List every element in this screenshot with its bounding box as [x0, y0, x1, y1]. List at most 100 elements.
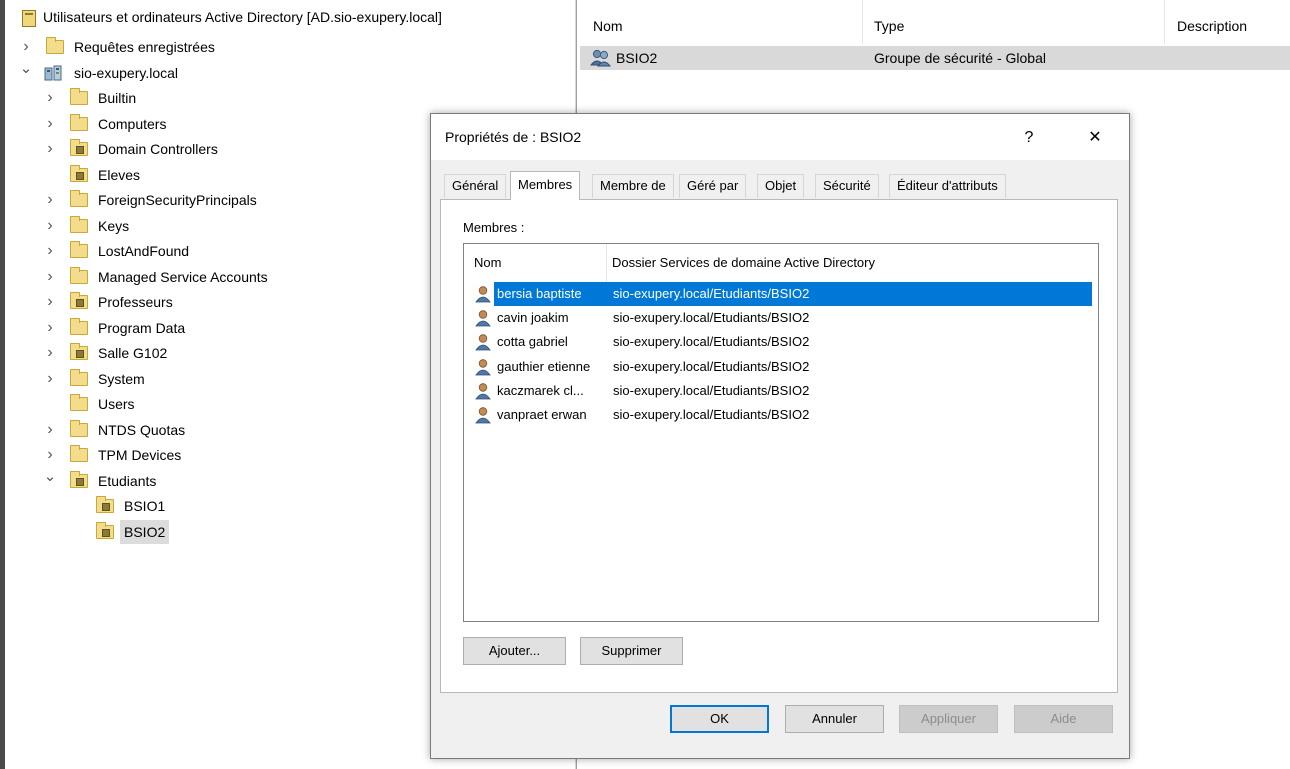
- column-separator[interactable]: [1164, 0, 1165, 44]
- ok-button[interactable]: OK: [670, 705, 769, 733]
- chevron-down-icon[interactable]: ⌄: [43, 465, 57, 489]
- folder-icon: [70, 394, 88, 411]
- close-button[interactable]: ✕: [1079, 123, 1111, 153]
- organizational-unit-icon: [96, 522, 114, 539]
- apply-button[interactable]: Appliquer: [899, 705, 998, 733]
- chevron-right-icon[interactable]: ›: [43, 86, 57, 110]
- members-label: Membres :: [463, 220, 525, 235]
- user-icon: [475, 310, 491, 327]
- tree-item-label: Computers: [98, 116, 167, 132]
- chevron-right-icon[interactable]: ›: [43, 316, 57, 340]
- folder-icon: [70, 216, 88, 233]
- list-row-bsio2[interactable]: BSIO2 Groupe de sécurité - Global: [580, 46, 1290, 70]
- tab-objet[interactable]: Objet: [757, 174, 805, 198]
- tab-editeur-attributs[interactable]: Éditeur d'attributs: [889, 174, 1006, 198]
- tree-root-label: Utilisateurs et ordinateurs Active Direc…: [43, 9, 442, 25]
- chevron-right-icon[interactable]: ›: [43, 418, 57, 442]
- member-folder: sio-exupery.local/Etudiants/BSIO2: [613, 334, 810, 349]
- membres-tab-panel: Membres : Nom Dossier Services de domain…: [440, 199, 1118, 693]
- member-folder: sio-exupery.local/Etudiants/BSIO2: [613, 286, 810, 301]
- column-header-nom[interactable]: Nom: [593, 14, 623, 38]
- chevron-right-icon[interactable]: ›: [43, 265, 57, 289]
- user-icon: [475, 286, 491, 303]
- member-folder: sio-exupery.local/Etudiants/BSIO2: [613, 383, 810, 398]
- group-icon: [590, 49, 612, 67]
- tree-item-label: Eleves: [98, 167, 141, 183]
- tree-item-label: System: [98, 371, 145, 387]
- folder-icon: [46, 37, 64, 54]
- tree-item-label: Builtin: [98, 90, 137, 106]
- tab-membre-de[interactable]: Membre de: [592, 174, 674, 198]
- user-icon: [475, 334, 491, 351]
- list-row-type: Groupe de sécurité - Global: [874, 50, 1046, 66]
- list-row-name: BSIO2: [616, 50, 658, 66]
- dialog-title-bar[interactable]: Propriétés de : BSIO2 ? ✕: [431, 114, 1129, 160]
- add-member-button[interactable]: Ajouter...: [463, 637, 566, 665]
- tab-membres[interactable]: Membres: [510, 171, 581, 200]
- tab-general[interactable]: Général: [444, 174, 507, 198]
- tree-item-label: BSIO2: [120, 520, 170, 544]
- member-row[interactable]: cotta gabriel sio-exupery.local/Etudiants…: [474, 330, 1094, 354]
- tree-item-label: Keys: [98, 218, 130, 234]
- help-button[interactable]: ?: [1013, 123, 1045, 153]
- tree-item-label: Professeurs: [98, 294, 173, 310]
- tree-item-label: ForeignSecurityPrincipals: [98, 192, 257, 208]
- tab-strip: Général Membres Membre de Géré par Objet…: [431, 171, 1129, 200]
- chevron-down-icon[interactable]: ⌄: [19, 57, 33, 81]
- user-icon: [475, 407, 491, 424]
- folder-icon: [70, 267, 88, 284]
- folder-icon: [70, 88, 88, 105]
- user-icon: [475, 383, 491, 400]
- tab-securite[interactable]: Sécurité: [815, 174, 879, 198]
- chevron-right-icon[interactable]: ›: [43, 214, 57, 238]
- member-row[interactable]: kaczmarek cl... sio-exupery.local/Etudian…: [474, 379, 1094, 403]
- chevron-right-icon[interactable]: ›: [43, 443, 57, 467]
- member-name: gauthier etienne: [497, 359, 591, 374]
- remove-member-button[interactable]: Supprimer: [580, 637, 683, 665]
- column-header-description[interactable]: Description: [1177, 14, 1247, 38]
- organizational-unit-icon: [96, 496, 114, 513]
- tree-item-label: Etudiants: [98, 473, 157, 489]
- properties-dialog: Propriétés de : BSIO2 ? ✕ Général Membre…: [430, 113, 1130, 759]
- chevron-right-icon[interactable]: ›: [43, 290, 57, 314]
- member-row[interactable]: gauthier etienne sio-exupery.local/Etudia…: [474, 355, 1094, 379]
- folder-icon: [70, 369, 88, 386]
- tree-item-label: Domain Controllers: [98, 141, 218, 157]
- member-row[interactable]: bersia baptiste sio-exupery.local/Etudian…: [474, 282, 1094, 306]
- column-header-type[interactable]: Type: [874, 14, 904, 38]
- tree-item-label: NTDS Quotas: [98, 422, 186, 438]
- tree-item-label: BSIO1: [124, 498, 166, 514]
- member-name: bersia baptiste: [497, 286, 582, 301]
- member-row[interactable]: vanpraet erwan sio-exupery.local/Etudiant…: [474, 403, 1094, 427]
- organizational-unit-icon: [70, 343, 88, 360]
- member-folder: sio-exupery.local/Etudiants/BSIO2: [613, 310, 810, 325]
- members-listview[interactable]: Nom Dossier Services de domaine Active D…: [463, 243, 1099, 622]
- member-name: kaczmarek cl...: [497, 383, 584, 398]
- help-dialog-button[interactable]: Aide: [1014, 705, 1113, 733]
- chevron-right-icon[interactable]: ›: [43, 112, 57, 136]
- chevron-right-icon[interactable]: ›: [43, 341, 57, 365]
- members-column-folder[interactable]: Dossier Services de domaine Active Direc…: [602, 244, 875, 282]
- column-separator[interactable]: [862, 0, 863, 44]
- folder-icon: [70, 420, 88, 437]
- tree-item-label: LostAndFound: [98, 243, 190, 259]
- tree-item-label: sio-exupery.local: [74, 65, 179, 81]
- domain-icon: [44, 65, 62, 81]
- folder-icon: [70, 241, 88, 258]
- tree-item-label: Managed Service Accounts: [98, 269, 268, 285]
- member-row[interactable]: cavin joakim sio-exupery.local/Etudiants/…: [474, 306, 1094, 330]
- chevron-right-icon[interactable]: ›: [43, 188, 57, 212]
- member-name: vanpraet erwan: [497, 407, 587, 422]
- tree-item-label: TPM Devices: [98, 447, 182, 463]
- chevron-right-icon[interactable]: ›: [43, 137, 57, 161]
- tab-gere-par[interactable]: Géré par: [679, 174, 747, 198]
- chevron-right-icon[interactable]: ›: [43, 367, 57, 391]
- cancel-button[interactable]: Annuler: [785, 705, 884, 733]
- tree-item-label: Program Data: [98, 320, 186, 336]
- chevron-right-icon[interactable]: ›: [43, 239, 57, 263]
- folder-icon: [70, 114, 88, 131]
- members-column-nom[interactable]: Nom: [464, 244, 501, 282]
- organizational-unit-icon: [70, 471, 88, 488]
- organizational-unit-icon: [70, 292, 88, 309]
- chevron-right-icon[interactable]: ›: [19, 35, 33, 59]
